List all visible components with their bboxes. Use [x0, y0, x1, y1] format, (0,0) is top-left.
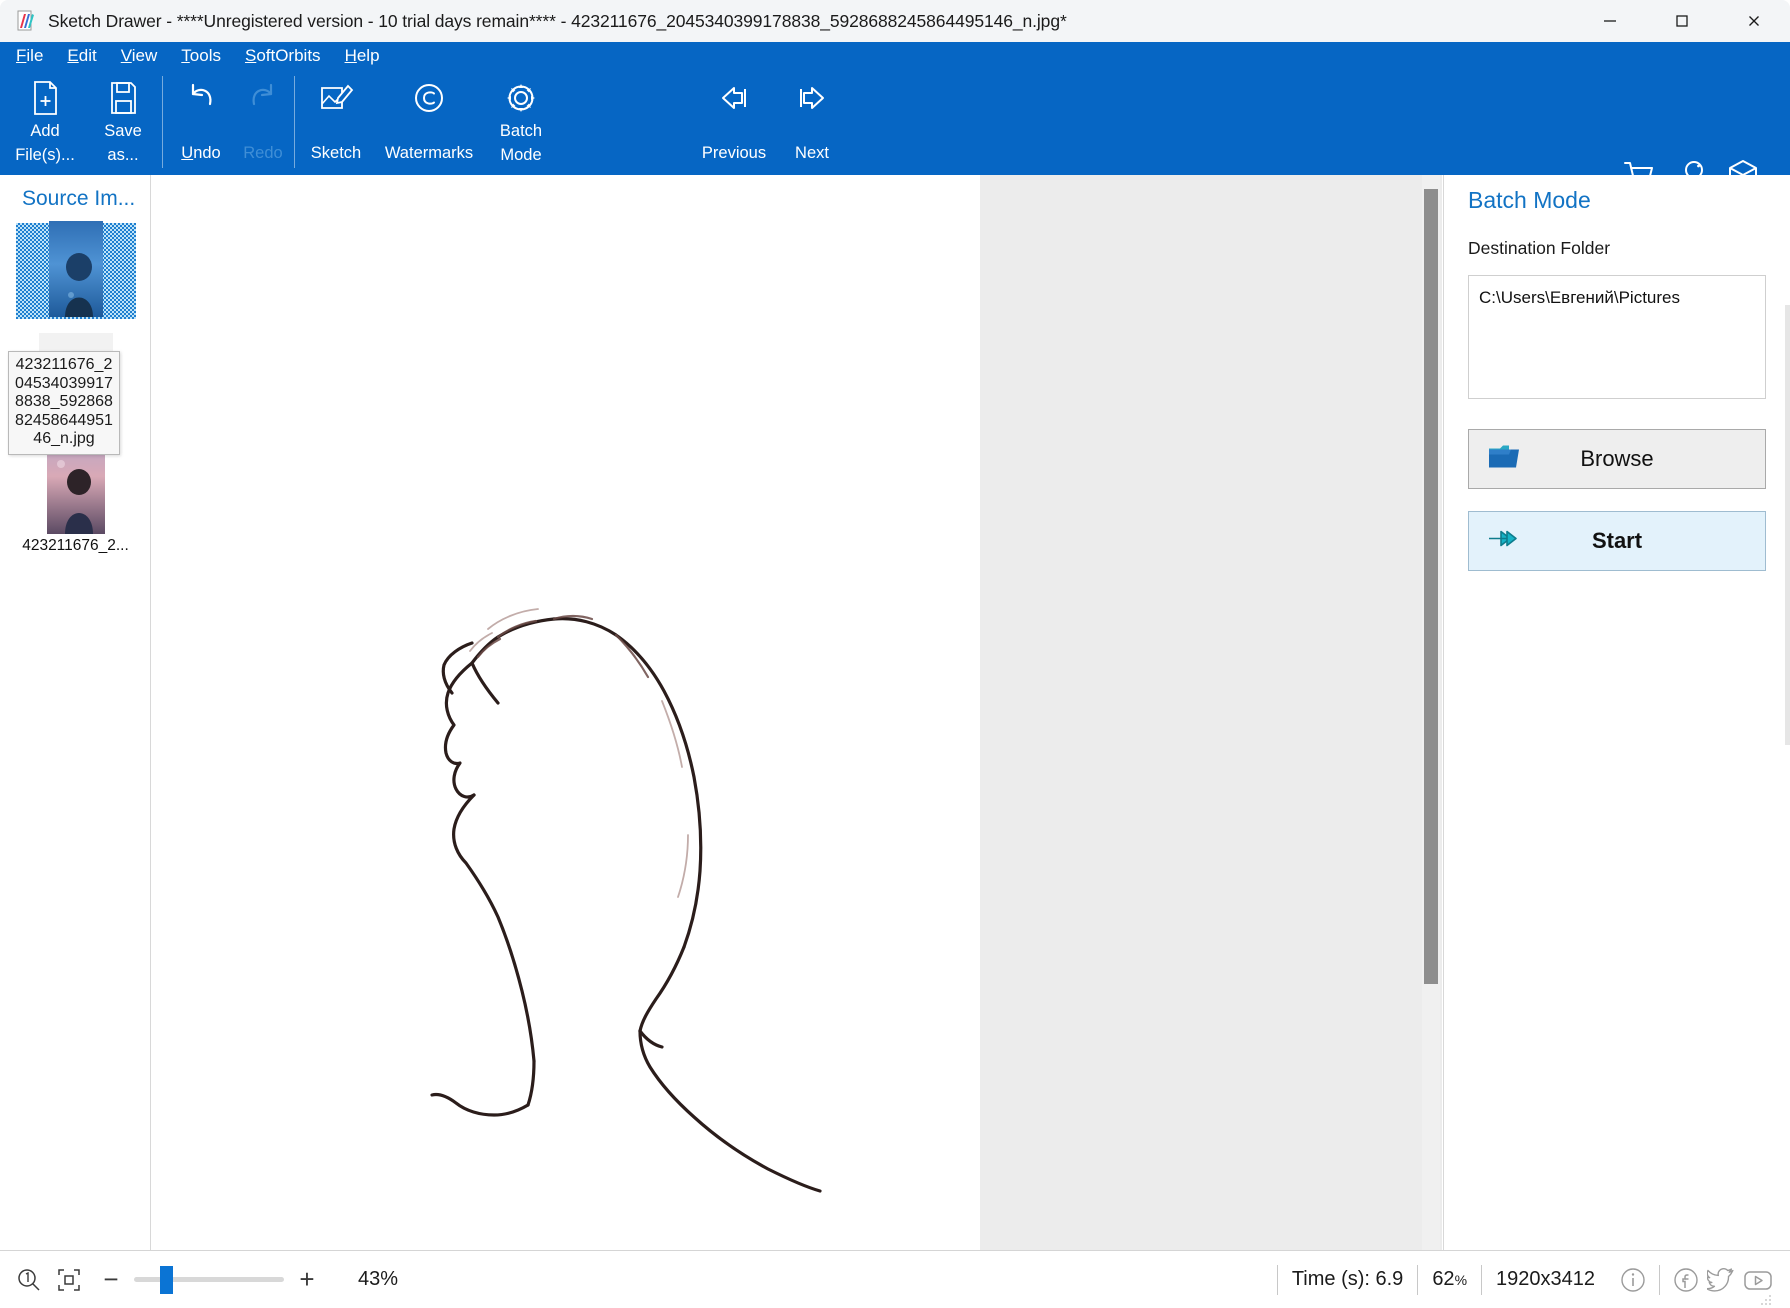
redo-button[interactable]: Redo [232, 70, 294, 175]
image-canvas-area[interactable] [152, 175, 1442, 1250]
scrollbar-thumb[interactable] [1424, 189, 1438, 984]
batch-mode-label-2: Mode [500, 146, 542, 164]
status-separator [1481, 1264, 1483, 1295]
add-files-label-2: File(s)... [15, 146, 75, 164]
save-as-label-2: as... [107, 146, 139, 164]
zoom-slider-handle[interactable] [160, 1265, 173, 1294]
watermarks-button[interactable]: Watermarks [369, 70, 489, 175]
save-as-label-1: Save [104, 122, 142, 140]
menu-bar: File Edit View Tools SoftOrbits Help [0, 42, 1790, 70]
zoom-in-button[interactable]: + [286, 1261, 328, 1299]
sketch-pencil-icon [318, 80, 354, 118]
sketch-label: Sketch [310, 144, 362, 162]
maximize-button[interactable] [1646, 0, 1718, 42]
app-logo-icon [16, 10, 38, 32]
add-file-icon [28, 80, 62, 118]
zoom-out-button[interactable]: − [90, 1261, 132, 1299]
canvas-vertical-scrollbar[interactable] [1422, 175, 1440, 1250]
save-disk-icon [106, 80, 140, 118]
redo-label: Redo [243, 144, 283, 162]
sketch-drawing [430, 608, 822, 1193]
start-button[interactable]: Start [1468, 511, 1766, 571]
filename-tooltip: 423211676_2045340399178838_5928688245864… [8, 351, 120, 455]
status-separator [1276, 1264, 1278, 1295]
next-button[interactable]: Next [778, 70, 846, 175]
window-title: Sketch Drawer - ****Unregistered version… [48, 10, 1067, 31]
previous-label: Previous [701, 144, 767, 162]
destination-folder-input[interactable]: C:\Users\Евгений\Pictures [1468, 275, 1766, 399]
previous-button[interactable]: Previous [690, 70, 778, 175]
copyright-icon [411, 80, 447, 118]
menu-item-view[interactable]: View [121, 46, 158, 66]
list-item[interactable]: 423211676_2045340399178838_5928688245864… [0, 220, 151, 455]
toolbar-separator-1 [162, 76, 163, 168]
sketch-button[interactable]: Sketch [303, 70, 369, 175]
thumbnail-list: 423211676_2045340399178838_5928688245864… [0, 220, 151, 555]
panel-scrollbar[interactable] [1784, 175, 1790, 1250]
facebook-icon[interactable] [1668, 1262, 1704, 1298]
zoom-percent-label: 43% [358, 1268, 399, 1290]
batch-mode-panel: Batch Mode Destination Folder C:\Users\Е… [1443, 175, 1790, 1250]
undo-arrow-icon [183, 80, 219, 118]
panel-scrollbar-thumb[interactable] [1785, 305, 1790, 745]
close-button[interactable] [1718, 0, 1790, 42]
info-icon[interactable] [1615, 1262, 1651, 1298]
twitter-icon[interactable] [1704, 1262, 1740, 1298]
zoom-slider-track [134, 1277, 284, 1282]
zoom-controls: − + 43% [0, 1261, 398, 1299]
undo-button[interactable]: Undo [170, 70, 232, 175]
menu-item-file[interactable]: File [16, 46, 43, 66]
title-bar: Sketch Drawer - ****Unregistered version… [0, 0, 1790, 42]
list-item[interactable]: 423211676_2... [0, 437, 151, 555]
status-right: Time (s): 6.9 62% 1920x3412 [1263, 1251, 1776, 1308]
resize-grip[interactable] [1760, 1293, 1772, 1305]
zoom-one-to-one-icon[interactable] [10, 1261, 48, 1299]
watermarks-label: Watermarks [384, 144, 474, 162]
add-files-button[interactable]: Add File(s)... [6, 70, 84, 175]
sidebar-title: Source Im... [22, 187, 136, 210]
status-bar: − + 43% Time (s): 6.9 62% 1920x3412 [0, 1250, 1790, 1308]
thumbnail-image [48, 220, 103, 322]
thumbnail-label: 423211676_2... [22, 537, 129, 554]
folder-icon [1487, 443, 1521, 476]
toolbar-separator-2 [294, 76, 295, 168]
batch-mode-button[interactable]: Batch Mode [489, 70, 553, 175]
add-files-label-1: Add [30, 122, 60, 140]
panel-title: Batch Mode [1468, 187, 1591, 213]
status-separator [1659, 1264, 1660, 1295]
destination-folder-label: Destination Folder [1468, 238, 1611, 258]
undo-label: Undo [181, 144, 221, 162]
browse-button[interactable]: Browse [1468, 429, 1766, 489]
canvas-page [152, 175, 980, 1250]
redo-arrow-icon [245, 80, 281, 118]
arrow-left-icon [715, 80, 753, 118]
save-as-button[interactable]: Save as... [84, 70, 162, 175]
image-dimensions-label: 1920x3412 [1496, 1268, 1595, 1290]
source-images-sidebar: Source Im... 423211676_2045340399178838_… [0, 175, 151, 1250]
status-separator [1417, 1264, 1419, 1295]
sketch-drawer-window: Sketch Drawer - ****Unregistered version… [0, 0, 1790, 1308]
window-controls [1574, 0, 1790, 42]
menu-item-tools[interactable]: Tools [181, 46, 221, 66]
arrow-right-icon [793, 80, 831, 118]
menu-item-softorbits[interactable]: SoftOrbits [245, 46, 321, 66]
main-body: Source Im... 423211676_2045340399178838_… [0, 175, 1790, 1250]
toolbar: Add File(s)... Save as... Undo Redo Sket… [0, 70, 1790, 190]
arrow-right-double-icon [1487, 527, 1521, 556]
next-label: Next [795, 144, 829, 162]
menu-item-help[interactable]: Help [345, 46, 380, 66]
gear-icon [503, 80, 539, 118]
time-label: Time (s): 6.9 [1291, 1268, 1404, 1290]
zoom-slider[interactable] [134, 1261, 284, 1299]
minimize-button[interactable] [1574, 0, 1646, 42]
menu-item-edit[interactable]: Edit [67, 46, 96, 66]
thumbnail-selected[interactable] [15, 220, 136, 322]
progress-percent-label: 62% [1432, 1268, 1468, 1290]
fit-to-window-icon[interactable] [50, 1261, 88, 1299]
batch-mode-label-1: Batch [499, 122, 543, 140]
